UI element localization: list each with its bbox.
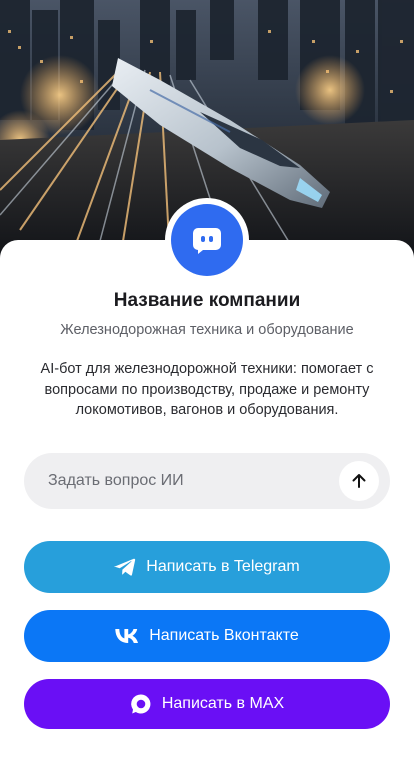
ask-ai-field: [24, 453, 390, 509]
write-telegram-button[interactable]: Написать в Telegram: [24, 541, 390, 593]
chat-bot-icon: [193, 228, 221, 254]
write-vk-button[interactable]: Написать Вконтакте: [24, 610, 390, 662]
company-name: Название компании: [113, 290, 301, 311]
avatar-circle: [171, 204, 243, 276]
write-telegram-label: Написать в Telegram: [146, 558, 300, 575]
company-description: AI-бот для железнодорожной техники: помо…: [40, 361, 374, 418]
telegram-icon: [114, 557, 136, 577]
send-question-button[interactable]: [339, 461, 379, 501]
write-max-button[interactable]: Написать в MAX: [24, 679, 390, 729]
ask-ai-input[interactable]: [48, 453, 348, 509]
vk-icon: [115, 629, 139, 643]
company-subtitle: Железнодорожная техника и оборудование: [60, 322, 354, 338]
write-vk-label: Написать Вконтакте: [149, 627, 299, 644]
arrow-up-icon: [352, 474, 366, 488]
write-max-label: Написать в MAX: [161, 695, 285, 712]
max-icon: [130, 693, 152, 715]
page: Название компании Железнодорожная техник…: [0, 0, 414, 770]
avatar: [165, 198, 249, 282]
